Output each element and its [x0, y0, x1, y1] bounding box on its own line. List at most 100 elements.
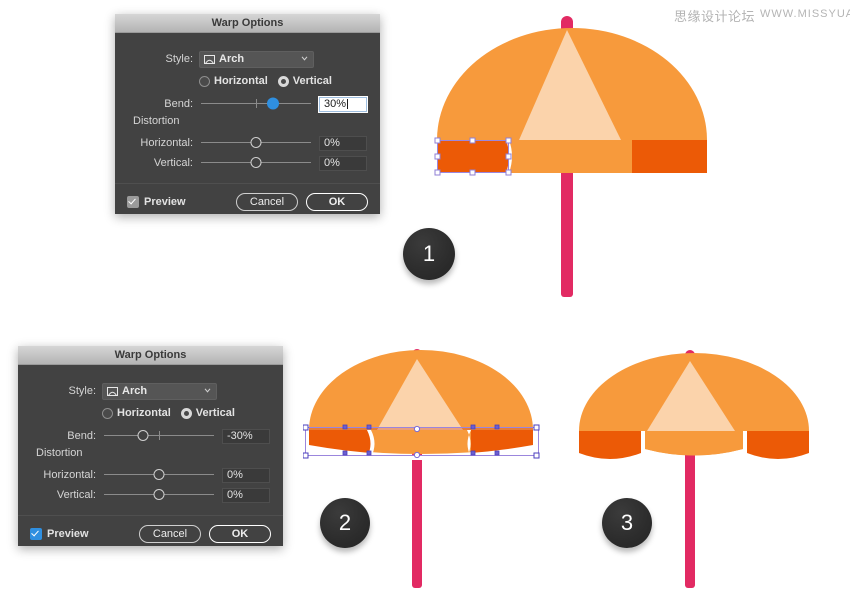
distortion-horizontal-knob[interactable]	[250, 137, 262, 148]
umbrella-band-left-dark	[437, 140, 509, 173]
style-label: Style:	[68, 385, 96, 397]
distortion-vertical-field[interactable]: 0%	[222, 487, 270, 503]
bend-slider[interactable]	[104, 429, 214, 443]
preview-checkbox[interactable]: Preview	[127, 196, 186, 211]
umbrella-scallop-right	[747, 431, 809, 459]
radio-vertical-label: Vertical	[195, 407, 235, 419]
bend-slider-knob[interactable]	[267, 98, 278, 109]
ok-button[interactable]: OK	[209, 525, 271, 543]
distortion-label: Distortion	[133, 115, 180, 127]
divider	[18, 515, 283, 516]
step-badge-3-number: 3	[620, 510, 634, 535]
distortion-horizontal-row: Horizontal: 0%	[18, 465, 283, 485]
step-badge-3: 3	[602, 498, 652, 548]
divider	[115, 183, 380, 184]
cancel-button[interactable]: Cancel	[236, 193, 298, 211]
style-row: Style: Arch	[18, 381, 283, 401]
orientation-row: Horizontal Vertical	[102, 403, 245, 423]
distortion-horizontal-row: Horizontal: 0%	[115, 133, 380, 153]
preview-label: Preview	[47, 528, 89, 540]
distortion-horizontal-field[interactable]: 0%	[319, 135, 367, 151]
umbrella-gap-right	[744, 431, 747, 454]
umbrella-step-3	[573, 345, 818, 595]
dialog-title-bar: Warp Options	[115, 14, 380, 33]
distortion-horizontal-value: 0%	[324, 137, 340, 149]
cancel-button[interactable]: Cancel	[139, 525, 201, 543]
canvas: 思缘设计论坛 WWW.MISSYUAN.COM Warp Options Sty…	[0, 0, 850, 600]
bend-value-text: 30%	[324, 98, 347, 110]
watermark-url: WWW.MISSYUAN.COM	[760, 8, 850, 20]
radio-vertical-dot	[277, 75, 289, 87]
dialog-buttons: Cancel OK	[139, 525, 271, 543]
radio-vertical-label: Vertical	[292, 75, 332, 87]
preview-label: Preview	[144, 196, 186, 208]
distortion-vertical-field[interactable]: 0%	[319, 155, 367, 171]
step-badge-2-number: 2	[338, 510, 352, 535]
distortion-horizontal-knob[interactable]	[153, 469, 165, 480]
radio-vertical[interactable]: Vertical	[180, 407, 235, 419]
umbrella-step-2	[303, 345, 541, 595]
bend-row: Bend: -30%	[18, 426, 283, 446]
warp-options-dialog-top[interactable]: Warp Options Style: Arch Horizontal Vert…	[115, 14, 380, 214]
distortion-horizontal-label: Horizontal:	[140, 137, 193, 149]
step-badge-2: 2	[320, 498, 370, 548]
distortion-horizontal-slider[interactable]	[104, 468, 214, 482]
radio-vertical-dot	[180, 407, 192, 419]
distortion-vertical-value: 0%	[227, 489, 243, 501]
bend-slider-knob[interactable]	[137, 430, 148, 441]
bend-slider-center-tick	[256, 99, 257, 108]
bend-value-field[interactable]: 30%	[319, 96, 367, 112]
dialog-buttons: Cancel OK	[236, 193, 368, 211]
chevron-down-icon	[204, 387, 211, 394]
bend-value-field[interactable]: -30%	[222, 428, 270, 444]
distortion-vertical-label: Vertical:	[56, 489, 96, 501]
distortion-vertical-value: 0%	[324, 157, 340, 169]
umbrella-scallop-left	[579, 431, 641, 459]
distortion-vertical-knob[interactable]	[153, 489, 165, 500]
dialog-title-text: Warp Options	[211, 17, 284, 29]
radio-horizontal[interactable]: Horizontal	[102, 407, 171, 419]
warp-options-dialog-bottom[interactable]: Warp Options Style: Arch Horizontal Vert…	[18, 346, 283, 546]
preview-checkbox-box	[127, 196, 139, 208]
bend-label: Bend:	[67, 430, 96, 442]
umbrella-gap-left	[641, 431, 644, 454]
chevron-down-icon	[301, 55, 308, 62]
distortion-horizontal-slider[interactable]	[201, 136, 311, 150]
distortion-horizontal-label: Horizontal:	[43, 469, 96, 481]
dialog-title-text: Warp Options	[114, 349, 187, 361]
style-row: Style: Arch	[115, 49, 380, 69]
bend-slider[interactable]	[201, 97, 311, 111]
umbrella-step-1	[424, 12, 720, 302]
distortion-vertical-row: Vertical: 0%	[18, 485, 283, 505]
radio-horizontal[interactable]: Horizontal	[199, 75, 268, 87]
style-select[interactable]: Arch	[199, 50, 314, 68]
ok-button[interactable]: OK	[306, 193, 368, 211]
bend-label: Bend:	[164, 98, 193, 110]
step-badge-1-number: 1	[422, 241, 436, 266]
radio-horizontal-dot	[102, 407, 113, 419]
bend-row: Bend: 30%	[115, 94, 380, 114]
preview-checkbox[interactable]: Preview	[30, 528, 89, 543]
distortion-vertical-knob[interactable]	[250, 157, 262, 168]
radio-vertical[interactable]: Vertical	[277, 75, 332, 87]
distortion-horizontal-field[interactable]: 0%	[222, 467, 270, 483]
step-badge-1: 1	[403, 228, 455, 280]
text-caret	[347, 99, 349, 109]
umbrella-band-right-dark	[632, 140, 707, 173]
distortion-vertical-slider[interactable]	[104, 488, 214, 502]
style-label: Style:	[165, 53, 193, 65]
orientation-row: Horizontal Vertical	[199, 71, 342, 91]
style-select-value: Arch	[219, 53, 245, 65]
preview-checkbox-box	[30, 528, 42, 540]
distortion-label: Distortion	[36, 447, 83, 459]
style-select-value: Arch	[122, 385, 148, 397]
umbrella-scallop-center-fill	[645, 431, 743, 456]
style-select[interactable]: Arch	[102, 382, 217, 400]
radio-horizontal-label: Horizontal	[117, 407, 171, 419]
bend-value-text: -30%	[227, 430, 253, 442]
distortion-vertical-slider[interactable]	[201, 156, 311, 170]
distortion-vertical-row: Vertical: 0%	[115, 153, 380, 173]
radio-horizontal-label: Horizontal	[214, 75, 268, 87]
dialog-title-bar: Warp Options	[18, 346, 283, 365]
bend-slider-center-tick	[159, 431, 160, 440]
